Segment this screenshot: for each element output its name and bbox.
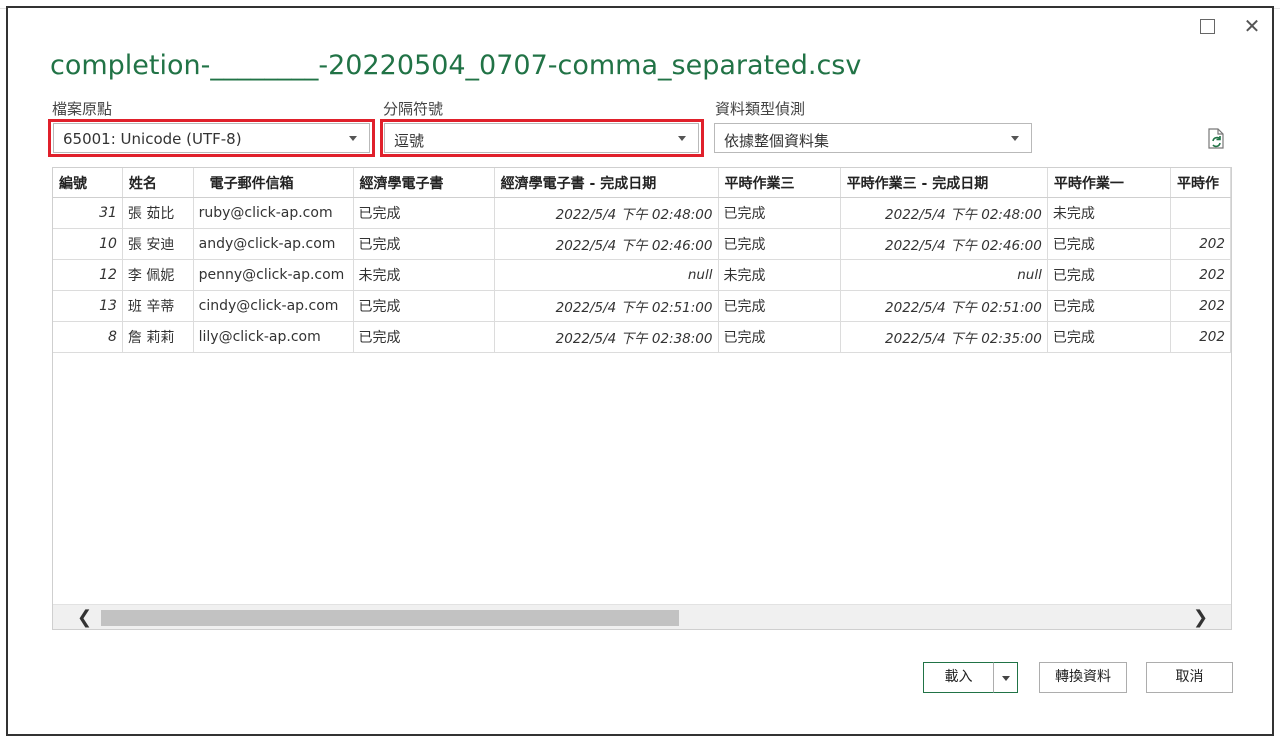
column-header[interactable]: 電子郵件信箱 [193,168,354,198]
cell-date: 2022/5/4 下午 02:51:00 [494,290,719,322]
cell-status: 已完成 [1047,228,1172,260]
cell-email: cindy@click-ap.com [193,290,354,322]
cell-name: 張 茹比 [122,197,194,229]
scroll-right-icon[interactable]: ❯ [1193,607,1208,628]
cell-id: 8 [53,321,123,353]
chevron-down-icon [1002,676,1010,681]
column-header[interactable]: 編號 [53,168,123,198]
cell-status: 已完成 [1047,290,1172,322]
close-button[interactable]: ✕ [1242,16,1262,36]
column-header[interactable]: 姓名 [122,168,194,198]
table-row: 31 張 茹比 ruby@click-ap.com 已完成 2022/5/4 下… [53,197,1231,229]
close-icon: ✕ [1243,14,1261,38]
cell-date: 2022/5/4 下午 02:35:00 [840,321,1048,353]
cell-date: 2022/5/4 下午 02:48:00 [840,197,1048,229]
column-header[interactable]: 平時作業三 [718,168,841,198]
cell-status: 未完成 [718,259,841,291]
delimiter-label: 分隔符號 [383,100,444,118]
cell-date: 2022/5/4 下午 02:51:00 [840,290,1048,322]
cell-status: 已完成 [353,321,495,353]
cell-date: 202 [1170,259,1231,291]
cell-date [1170,197,1231,229]
cell-status: 已完成 [718,197,841,229]
header-row: 編號 姓名 電子郵件信箱 經濟學電子書 經濟學電子書 - 完成日期 平時作業三 … [53,168,1231,198]
cell-status: 已完成 [1047,259,1172,291]
cell-status: 已完成 [718,228,841,260]
type-detection-dropdown[interactable]: 依據整個資料集 [714,123,1032,153]
preview-table: 編號 姓名 電子郵件信箱 經濟學電子書 經濟學電子書 - 完成日期 平時作業三 … [53,168,1231,353]
maximize-button[interactable] [1197,16,1217,36]
type-detection-value: 依據整個資料集 [724,132,830,150]
load-button[interactable]: 載入 [923,662,994,693]
cell-email: ruby@click-ap.com [193,197,354,229]
cell-name: 班 辛蒂 [122,290,194,322]
cell-name: 李 佩妮 [122,259,194,291]
column-header[interactable]: 經濟學電子書 [353,168,495,198]
cell-status: 已完成 [353,290,495,322]
load-options-button[interactable] [993,662,1018,693]
cell-id: 13 [53,290,123,322]
scrollbar-thumb[interactable] [101,610,679,626]
cell-id: 12 [53,259,123,291]
cell-status: 已完成 [718,290,841,322]
cell-status: 未完成 [353,259,495,291]
cell-date: null [494,259,719,291]
table-row: 8 詹 莉莉 lily@click-ap.com 已完成 2022/5/4 下午… [53,321,1231,353]
transform-data-button[interactable]: 轉換資料 [1039,662,1127,693]
cell-date: null [840,259,1048,291]
cell-date: 2022/5/4 下午 02:48:00 [494,197,719,229]
cell-date: 2022/5/4 下午 02:46:00 [494,228,719,260]
cell-status: 已完成 [353,228,495,260]
table-row: 12 李 佩妮 penny@click-ap.com 未完成 null 未完成 … [53,259,1231,291]
cell-email: lily@click-ap.com [193,321,354,353]
cancel-button[interactable]: 取消 [1146,662,1233,693]
cell-date: 2022/5/4 下午 02:46:00 [840,228,1048,260]
column-header[interactable]: 平時作 [1170,168,1231,198]
scroll-left-icon[interactable]: ❮ [77,607,92,628]
maximize-icon [1200,19,1215,34]
cell-status: 已完成 [353,197,495,229]
cell-email: penny@click-ap.com [193,259,354,291]
table-row: 13 班 辛蒂 cindy@click-ap.com 已完成 2022/5/4 … [53,290,1231,322]
cell-date: 202 [1170,290,1231,322]
cell-name: 張 安迪 [122,228,194,260]
column-header[interactable]: 平時作業三 - 完成日期 [840,168,1048,198]
cell-status: 已完成 [1047,321,1172,353]
cell-name: 詹 莉莉 [122,321,194,353]
cell-status: 已完成 [718,321,841,353]
horizontal-scrollbar[interactable]: ❮ ❯ [53,604,1231,629]
cell-status: 未完成 [1047,197,1172,229]
chevron-down-icon [1011,136,1019,141]
cell-date: 202 [1170,321,1231,353]
table-row: 10 張 安迪 andy@click-ap.com 已完成 2022/5/4 下… [53,228,1231,260]
file-origin-label: 檔案原點 [52,100,113,118]
column-header[interactable]: 平時作業一 [1047,168,1172,198]
highlight-box-file-origin [48,119,375,157]
cell-id: 31 [53,197,123,229]
cell-date: 202 [1170,228,1231,260]
dialog-title: completion-________-20220504_0707-comma_… [50,50,862,81]
highlight-box-delimiter [380,119,704,157]
cell-date: 2022/5/4 下午 02:38:00 [494,321,719,353]
type-detection-label: 資料類型偵測 [715,100,806,118]
preview-grid[interactable]: 編號 姓名 電子郵件信箱 經濟學電子書 經濟學電子書 - 完成日期 平時作業三 … [52,167,1232,630]
refresh-icon[interactable] [1206,128,1226,150]
cell-id: 10 [53,228,123,260]
column-header[interactable]: 經濟學電子書 - 完成日期 [494,168,719,198]
cell-email: andy@click-ap.com [193,228,354,260]
